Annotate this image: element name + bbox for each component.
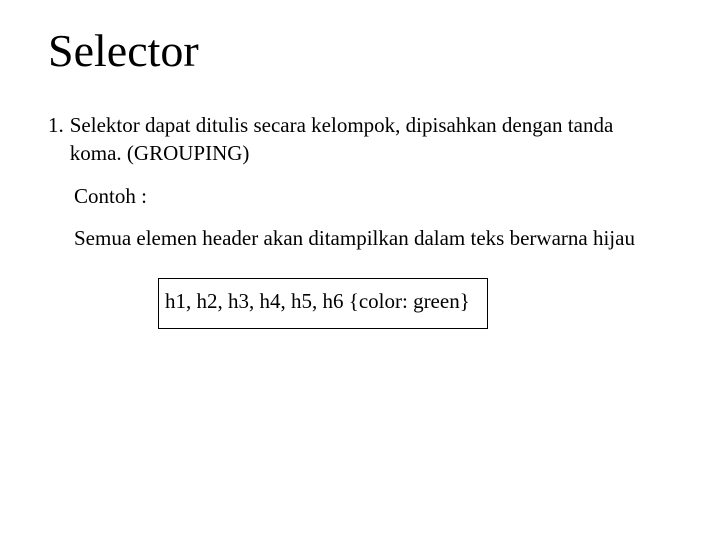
list-item-1-number: 1.	[48, 111, 70, 168]
slide-title: Selector	[48, 24, 670, 77]
example-description: Semua elemen header akan ditampilkan dal…	[74, 224, 670, 252]
list-item-1-text: Selektor dapat ditulis secara kelompok, …	[70, 111, 670, 168]
example-label: Contoh :	[74, 182, 670, 210]
slide-page: Selector 1. Selektor dapat ditulis secar…	[0, 0, 718, 329]
code-example: h1, h2, h3, h4, h5, h6 {color: green}	[158, 278, 488, 329]
code-box-container: h1, h2, h3, h4, h5, h6 {color: green}	[158, 278, 670, 329]
list-item-1: 1. Selektor dapat ditulis secara kelompo…	[48, 111, 670, 168]
